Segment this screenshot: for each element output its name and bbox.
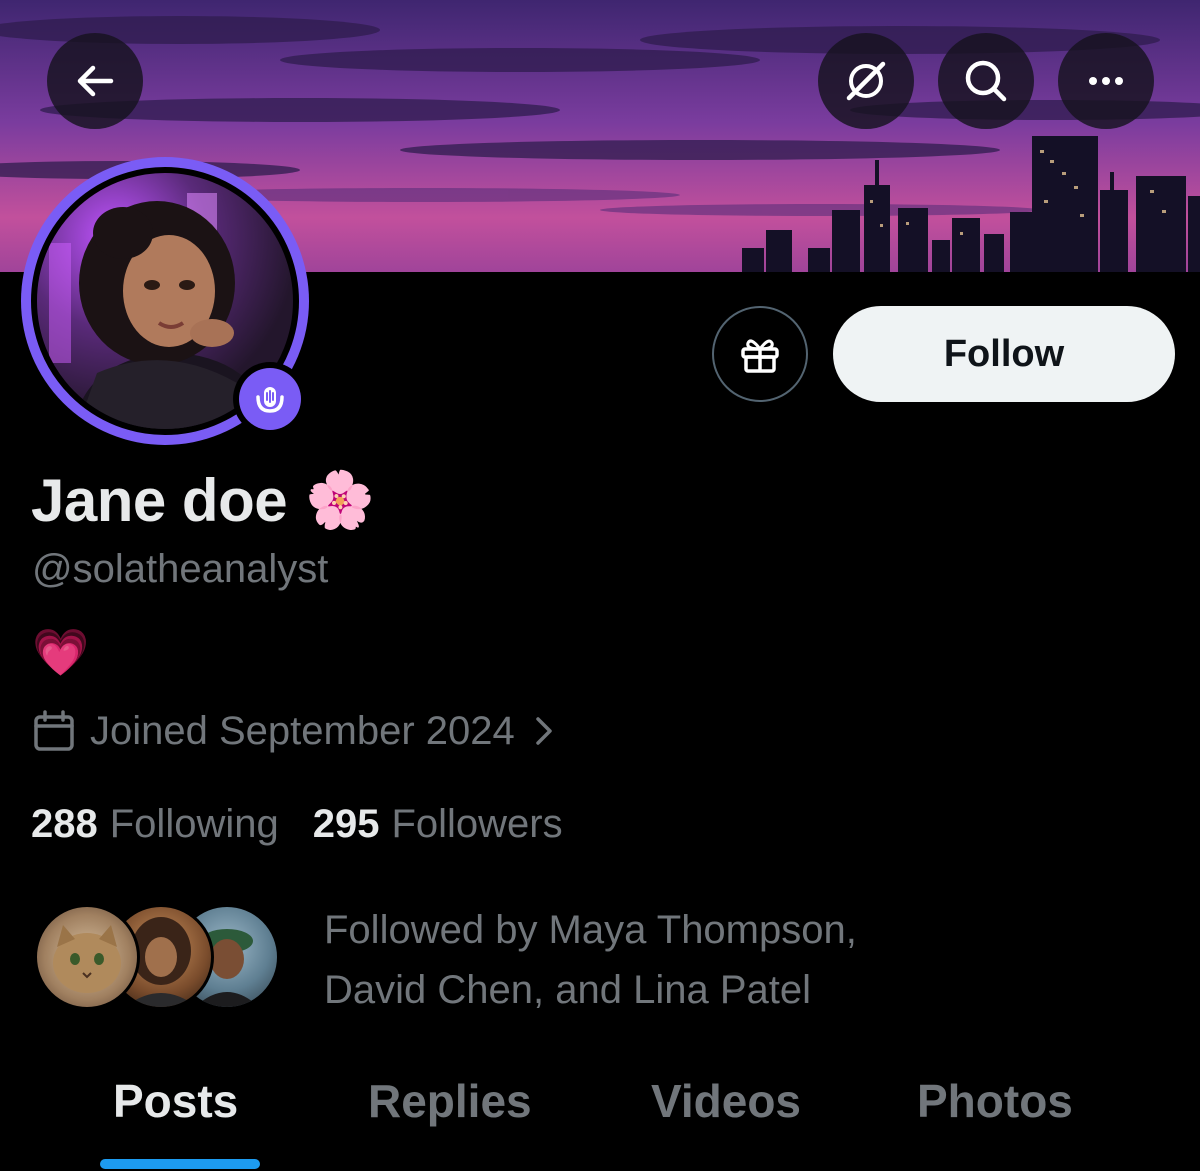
chevron-right-icon bbox=[536, 717, 552, 745]
tab-posts[interactable]: Posts bbox=[113, 1074, 238, 1128]
grok-button[interactable] bbox=[818, 33, 914, 129]
calendar-icon bbox=[34, 710, 74, 751]
spaces-mic-icon bbox=[256, 387, 284, 413]
following-stat[interactable]: 288 Following bbox=[31, 802, 279, 847]
joined-date-row[interactable]: Joined September 2024 bbox=[32, 704, 555, 758]
gift-icon bbox=[741, 339, 779, 373]
back-button[interactable] bbox=[47, 33, 143, 129]
gift-button[interactable] bbox=[712, 306, 808, 402]
profile-tabs: Posts Replies Videos Photos bbox=[0, 1060, 1200, 1171]
followed-by-line-1: Followed by Maya Thompson, bbox=[324, 908, 857, 952]
more-button[interactable] bbox=[1058, 33, 1154, 129]
tab-replies[interactable]: Replies bbox=[368, 1074, 532, 1128]
profile-bio: 💗 bbox=[32, 626, 90, 678]
followers-stat[interactable]: 295 Followers bbox=[313, 802, 563, 847]
back-arrow-icon bbox=[77, 65, 114, 97]
grok-slash-icon bbox=[846, 61, 886, 101]
spaces-badge[interactable] bbox=[233, 362, 307, 436]
followers-count: 295 bbox=[312, 801, 380, 846]
user-handle: @solatheanalyst bbox=[32, 547, 329, 591]
followed-by-avatars[interactable] bbox=[34, 904, 284, 1012]
following-label: Following bbox=[109, 801, 279, 846]
followers-label: Followers bbox=[391, 801, 563, 846]
tab-videos[interactable]: Videos bbox=[651, 1074, 801, 1128]
followed-by-line-2: David Chen, and Lina Patel bbox=[324, 968, 811, 1012]
active-tab-indicator bbox=[100, 1159, 260, 1169]
following-count: 288 bbox=[31, 801, 98, 846]
joined-date-text: Joined September 2024 bbox=[90, 708, 515, 753]
tab-photos[interactable]: Photos bbox=[917, 1074, 1073, 1128]
followed-by-text[interactable]: Followed by Maya Thompson, David Chen, a… bbox=[324, 900, 944, 1020]
follower-avatar-1 bbox=[34, 904, 140, 1010]
profile-name-row: Jane doe 🌸 bbox=[31, 462, 375, 538]
cherry-blossom-emoji: 🌸 bbox=[305, 468, 375, 531]
more-dots-icon bbox=[1089, 77, 1123, 85]
follow-stats: 288 Following 295 Followers bbox=[31, 797, 563, 851]
follow-button[interactable]: Follow bbox=[833, 306, 1175, 402]
display-name: Jane doe bbox=[31, 466, 288, 534]
search-icon bbox=[965, 60, 1007, 102]
search-button[interactable] bbox=[938, 33, 1034, 129]
